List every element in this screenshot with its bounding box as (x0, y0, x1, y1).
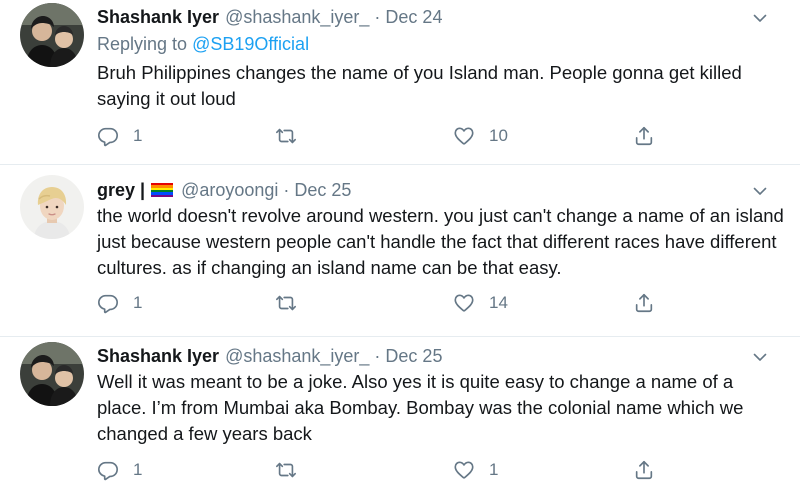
reply-count: 1 (133, 126, 143, 145)
tweet-actions: 1 14 (97, 291, 657, 315)
reply-count: 1 (133, 293, 143, 312)
tweet-date[interactable]: Dec 24 (385, 7, 442, 28)
tweet-actions: 1 10 (97, 124, 657, 148)
two-men-photo-avatar-icon (20, 3, 84, 67)
like-count: 10 (489, 126, 508, 145)
reply-icon (97, 459, 119, 481)
tweet-header: Shashank Iyer @shashank_iyer_ · Dec 25 (97, 343, 442, 369)
tweet-header: grey | @aroyoongi · Dec 25 (97, 177, 351, 203)
tweet[interactable]: grey | @aroyoongi · Dec 25 the world doe… (0, 165, 800, 337)
chevron-down-icon[interactable] (752, 349, 768, 365)
like-button[interactable]: 1 (453, 458, 498, 482)
mention-link[interactable]: @SB19Official (192, 34, 309, 54)
avatar[interactable] (20, 342, 84, 406)
share-icon (633, 125, 655, 147)
display-name[interactable]: Shashank Iyer (97, 7, 219, 28)
tweet[interactable]: Shashank Iyer @shashank_iyer_ · Dec 25 W… (0, 337, 800, 500)
retweet-button[interactable] (275, 291, 297, 315)
reply-icon (97, 292, 119, 314)
avatar[interactable] (20, 175, 84, 239)
tweet-text: the world doesn't revolve around western… (97, 205, 784, 278)
like-count: 1 (489, 460, 499, 479)
retweet-button[interactable] (275, 124, 297, 148)
handle[interactable]: @aroyoongi (181, 180, 278, 201)
share-button[interactable] (633, 291, 655, 315)
retweet-button[interactable] (275, 458, 297, 482)
reply-button[interactable]: 1 (97, 291, 142, 315)
retweet-icon (275, 292, 297, 314)
display-name[interactable]: Shashank Iyer (97, 346, 219, 367)
chevron-down-icon[interactable] (752, 183, 768, 199)
two-men-photo-avatar-icon (20, 342, 84, 406)
handle[interactable]: @shashank_iyer_ (225, 7, 369, 28)
share-icon (633, 292, 655, 314)
display-name[interactable]: grey | (97, 180, 145, 201)
like-button[interactable]: 14 (453, 291, 508, 315)
reply-button[interactable]: 1 (97, 458, 142, 482)
separator: · (374, 345, 381, 366)
tweet-date[interactable]: Dec 25 (294, 180, 351, 201)
like-count: 14 (489, 293, 508, 312)
tweet-text: Bruh Philippines changes the name of you… (97, 62, 742, 109)
reply-count: 1 (133, 460, 143, 479)
separator: · (374, 6, 381, 27)
tweet-actions: 1 1 (97, 458, 657, 482)
tweet[interactable]: Shashank Iyer @shashank_iyer_ · Dec 24 R… (0, 0, 800, 165)
like-icon (453, 125, 475, 147)
reply-button[interactable]: 1 (97, 124, 142, 148)
chevron-down-icon[interactable] (752, 10, 768, 26)
share-icon (633, 459, 655, 481)
rainbow-flag-icon (151, 183, 174, 197)
retweet-icon (275, 125, 297, 147)
share-button[interactable] (633, 458, 655, 482)
avatar[interactable] (20, 3, 84, 67)
tweet-header: Shashank Iyer @shashank_iyer_ · Dec 24 (97, 4, 442, 30)
like-icon (453, 459, 475, 481)
like-button[interactable]: 10 (453, 124, 508, 148)
handle[interactable]: @shashank_iyer_ (225, 346, 369, 367)
tweet-text: Well it was meant to be a joke. Also yes… (97, 371, 744, 444)
reply-icon (97, 125, 119, 147)
separator: · (283, 179, 290, 200)
blond-person-avatar-icon (20, 175, 84, 239)
replying-to-line: Replying to @SB19Official (97, 34, 309, 55)
retweet-icon (275, 459, 297, 481)
replying-prefix: Replying to (97, 34, 188, 54)
share-button[interactable] (633, 124, 655, 148)
like-icon (453, 292, 475, 314)
tweet-date[interactable]: Dec 25 (385, 346, 442, 367)
